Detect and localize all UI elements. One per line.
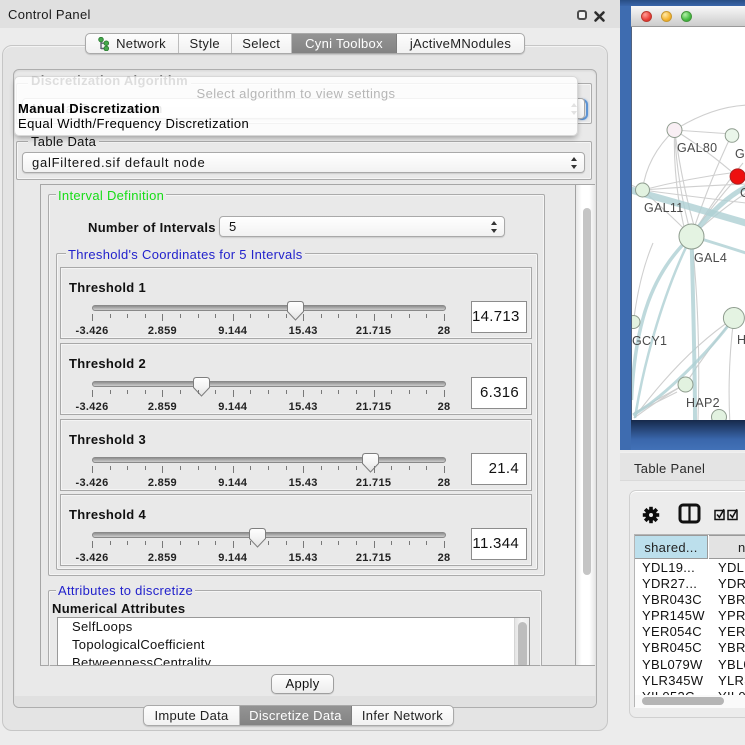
svg-text:GCY1: GCY1 xyxy=(632,334,667,348)
svg-text:GAL11: GAL11 xyxy=(644,201,684,215)
svg-text:C: C xyxy=(740,186,745,200)
svg-text:GA: GA xyxy=(735,147,745,161)
svg-text:GAL4: GAL4 xyxy=(694,251,727,265)
svg-text:H: H xyxy=(737,333,745,347)
svg-text:HAP2: HAP2 xyxy=(686,396,720,410)
svg-text:GAL80: GAL80 xyxy=(677,141,717,155)
